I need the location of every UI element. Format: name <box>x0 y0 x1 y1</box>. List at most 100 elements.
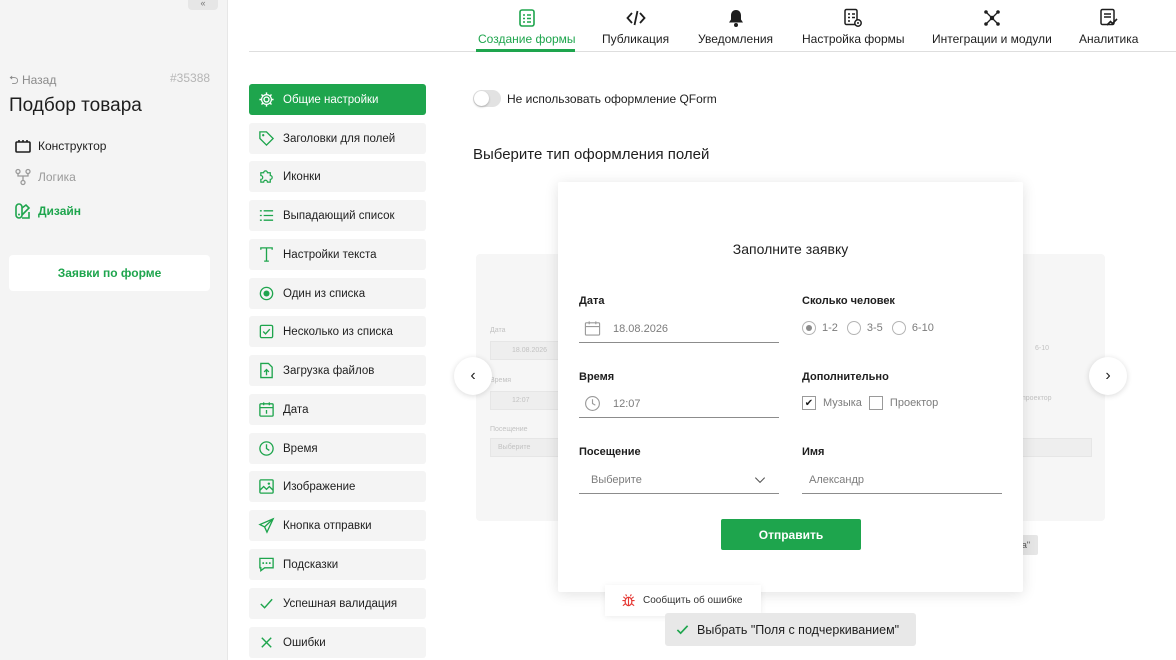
menu-time[interactable]: Время <box>249 433 426 464</box>
form-requests-button[interactable]: Заявки по форме <box>9 255 210 291</box>
form-title: Подбор товара <box>9 95 142 116</box>
chevron-left-icon: ‹ <box>470 367 476 384</box>
tab-label: Настройка формы <box>802 32 905 46</box>
preview-submit-button[interactable]: Отправить <box>721 519 861 550</box>
ghost-name-field <box>1022 438 1092 457</box>
calendar-icon <box>584 321 601 336</box>
left-sidebar: « ⮌ Назад #35388 Подбор товара Конструкт… <box>0 0 228 660</box>
sidebar-item-constructor[interactable]: Конструктор <box>14 137 106 155</box>
image-icon <box>258 479 274 494</box>
form-style-preview: Заполните заявку Дата 18.08.2026 Сколько… <box>558 182 1023 592</box>
menu-general-settings[interactable]: Общие настройки <box>249 84 426 115</box>
select-style-label: Выбрать "Поля с подчеркиванием" <box>697 622 900 637</box>
tab-publication[interactable]: Публикация <box>602 8 669 46</box>
sidebar-item-logic[interactable]: Логика <box>14 168 76 186</box>
visit-placeholder: Выберите <box>591 473 642 486</box>
menu-hints[interactable]: Подсказки <box>249 549 426 580</box>
checkbox-checked[interactable]: ✔ <box>802 396 816 410</box>
radio-button[interactable] <box>846 321 861 335</box>
ghost-time-field: 12:07 <box>490 391 560 410</box>
constructor-icon <box>15 140 31 153</box>
menu-successful-validation[interactable]: Успешная валидация <box>249 588 426 619</box>
tab-form-settings[interactable]: Настройка формы <box>802 8 905 46</box>
menu-dropdown-list[interactable]: Выпадающий список <box>249 200 426 231</box>
code-icon <box>625 10 646 26</box>
extra-options-label: Дополнительно <box>802 371 889 383</box>
back-link[interactable]: ⮌ Назад <box>9 71 56 92</box>
name-field[interactable]: Александр <box>802 466 1002 494</box>
visit-select[interactable]: Выберите <box>579 466 779 494</box>
extra-options-checkboxes: ✔ Музыка Проектор <box>802 396 945 410</box>
name-label: Имя <box>802 446 825 458</box>
collapse-sidebar-button[interactable]: « <box>188 0 218 10</box>
gear-icon <box>258 92 274 107</box>
tab-label: Публикация <box>602 32 670 46</box>
time-field[interactable]: 12:07 <box>579 390 779 418</box>
form-id: #35388 <box>170 71 211 85</box>
tab-label: Аналитика <box>1079 32 1139 46</box>
tab-analytics[interactable]: Аналитика <box>1079 8 1138 46</box>
radio-option-1-2[interactable]: 1-2 <box>802 321 838 335</box>
previous-style-preview[interactable]: Дата 18.08.2026 Время 12:07 Посещение Вы… <box>476 254 566 521</box>
menu-item-label: Заголовки для полей <box>283 132 396 145</box>
menu-text-settings[interactable]: Настройки текста <box>249 239 426 270</box>
menu-errors[interactable]: Ошибки <box>249 627 426 658</box>
radio-option-6-10[interactable]: 6-10 <box>891 321 934 335</box>
checkbox[interactable] <box>868 396 883 410</box>
clock-icon <box>258 441 274 456</box>
radio-button[interactable] <box>891 321 906 335</box>
tab-form-creation[interactable]: Создание формы <box>478 8 576 46</box>
ghost-visit-label: Посещение <box>490 426 528 433</box>
menu-item-label: Общие настройки <box>283 93 379 106</box>
people-count-label: Сколько человек <box>802 295 895 307</box>
menu-field-titles[interactable]: Заголовки для полей <box>249 123 426 154</box>
menu-image[interactable]: Изображение <box>249 471 426 502</box>
report-error-button[interactable]: Сообщить об ошибке <box>605 585 761 616</box>
tab-notifications[interactable]: Уведомления <box>698 8 773 46</box>
radio-button[interactable] <box>802 321 816 335</box>
qform-style-toggle-label: Не использовать оформление QForm <box>507 92 717 106</box>
menu-item-label: Настройки текста <box>283 248 377 261</box>
menu-single-choice[interactable]: Один из списка <box>249 278 426 309</box>
radio-option-3-5[interactable]: 3-5 <box>846 321 883 335</box>
menu-item-label: Время <box>283 442 318 455</box>
qform-style-toggle[interactable] <box>473 90 501 107</box>
radio-icon <box>259 286 273 301</box>
ghost-date-label: Дата <box>490 327 506 334</box>
top-tabs: Создание формы Публикация Уведомления На… <box>249 0 1176 52</box>
sidebar-item-design[interactable]: Дизайн <box>14 202 81 220</box>
menu-item-label: Успешная валидация <box>283 597 398 610</box>
menu-item-label: Изображение <box>283 480 356 493</box>
checkbox-option-music[interactable]: ✔ Музыка <box>802 396 862 410</box>
menu-icons[interactable]: Иконки <box>249 161 426 192</box>
chevrons-left-icon: « <box>200 0 206 8</box>
ghost-visit-field: Выберите <box>490 438 560 457</box>
ghost-radio-value: 6-10 <box>1035 345 1050 352</box>
previous-slide-button[interactable]: ‹ <box>454 357 492 395</box>
name-placeholder: Александр <box>809 473 865 486</box>
menu-submit-button[interactable]: Кнопка отправки <box>249 510 426 541</box>
list-icon <box>259 210 273 221</box>
time-label: Время <box>579 371 615 383</box>
menu-item-label: Иконки <box>283 170 321 183</box>
ghost-time-label: Время <box>490 377 512 384</box>
checkbox-option-projector[interactable]: Проектор <box>868 396 938 410</box>
select-style-button[interactable]: Выбрать "Поля с подчеркиванием" <box>665 613 916 646</box>
sidebar-item-label: Конструктор <box>38 139 107 153</box>
file-upload-icon <box>259 362 273 379</box>
menu-multiple-choice[interactable]: Несколько из списка <box>249 316 426 347</box>
next-slide-button[interactable]: › <box>1089 357 1127 395</box>
date-field[interactable]: 18.08.2026 <box>579 315 779 343</box>
menu-item-label: Кнопка отправки <box>283 519 372 532</box>
check-icon <box>676 625 689 635</box>
send-icon <box>257 517 274 534</box>
next-style-preview[interactable]: 6-10 проектор <box>1014 254 1105 521</box>
bug-icon <box>622 594 635 607</box>
logic-branch-icon <box>15 168 31 186</box>
menu-file-upload[interactable]: Загрузка файлов <box>249 355 426 386</box>
tab-integrations[interactable]: Интеграции и модули <box>932 8 1052 46</box>
menu-item-label: Подсказки <box>283 558 339 571</box>
tab-label: Уведомления <box>698 32 774 46</box>
form-settings-icon <box>844 8 863 27</box>
menu-date[interactable]: Дата <box>249 394 426 425</box>
